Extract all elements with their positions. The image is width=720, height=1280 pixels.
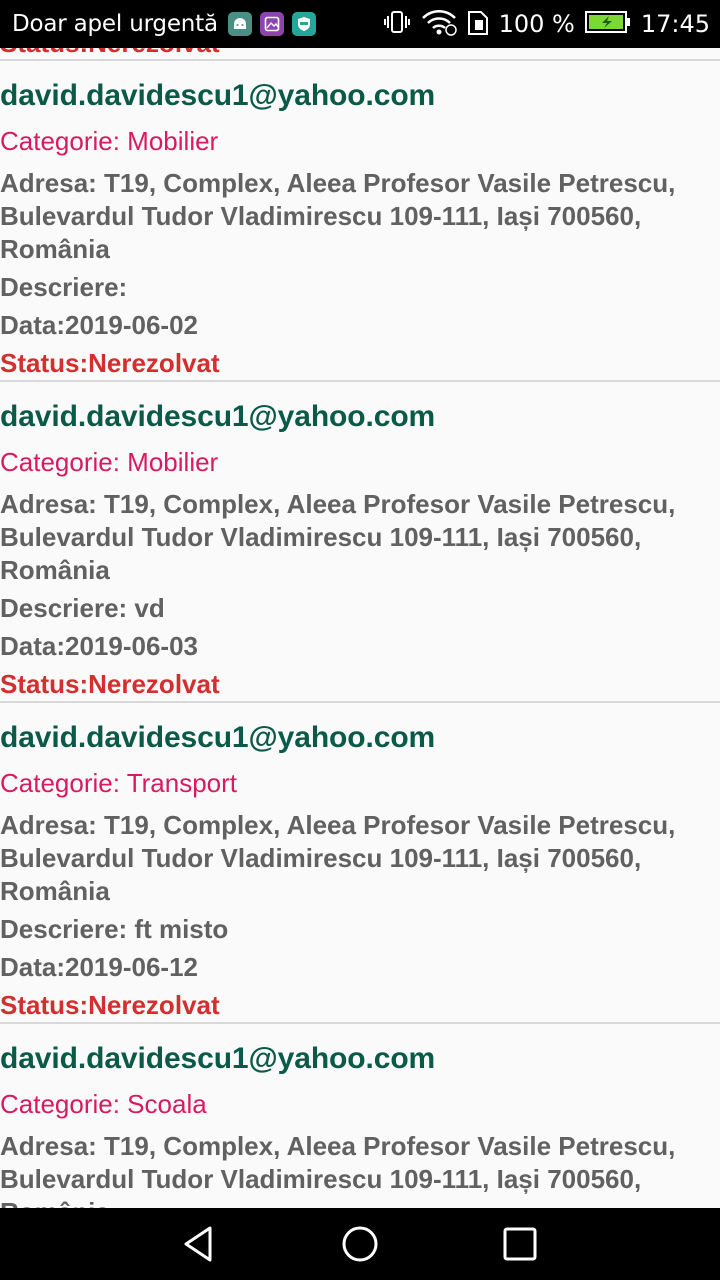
address-text: Adresa: T19, Complex, Aleea Profesor Vas… (0, 168, 676, 264)
list-item[interactable]: david.davidescu1@yahoo.com Categorie: Tr… (0, 701, 720, 1023)
shield-icon (291, 12, 316, 36)
email-text: david.davidescu1@yahoo.com (0, 79, 436, 112)
gallery-icon (259, 12, 284, 36)
recents-icon (503, 1227, 537, 1261)
carrier-text: Doar apel urgentă (12, 11, 218, 37)
email-text: david.davidescu1@yahoo.com (0, 721, 436, 754)
description-text: Descriere: ft misto (0, 914, 229, 944)
email-text: david.davidescu1@yahoo.com (0, 400, 436, 433)
battery-percent: 100 % (498, 10, 575, 38)
category-text: Categorie: Mobilier (0, 447, 219, 477)
date-text: Data:2019-06-12 (0, 952, 199, 982)
status-bar: Doar apel urgentă 100 % 17:45 (0, 0, 720, 48)
divider (0, 701, 720, 703)
date-text: Data:2019-06-03 (0, 631, 199, 661)
home-icon (342, 1226, 378, 1262)
address-text: Adresa: T19, Complex, Aleea Profesor Vas… (0, 1131, 676, 1208)
category-text: Categorie: Scoala (0, 1089, 207, 1119)
list-item[interactable]: david.davidescu1@yahoo.com Categorie: Sc… (0, 1022, 720, 1208)
back-button[interactable] (140, 1208, 260, 1280)
address-text: Adresa: T19, Complex, Aleea Profesor Vas… (0, 810, 676, 906)
category-text: Categorie: Transport (0, 768, 238, 798)
clock-text: 17:45 (640, 10, 710, 38)
divider (0, 380, 720, 382)
android-icon (227, 12, 252, 36)
category-text: Categorie: Mobilier (0, 126, 219, 156)
status-text: Status:Nerezolvat (0, 348, 220, 378)
home-button[interactable] (300, 1208, 420, 1280)
vibrate-icon (383, 9, 411, 39)
description-text: Descriere: (0, 272, 128, 302)
sim-icon (467, 8, 489, 40)
navigation-bar (0, 1208, 720, 1280)
recents-button[interactable] (460, 1208, 580, 1280)
email-text: david.davidescu1@yahoo.com (0, 1042, 436, 1075)
battery-icon (584, 10, 631, 38)
list-item[interactable]: david.davidescu1@yahoo.com Categorie: Mo… (0, 380, 720, 702)
list-item[interactable]: david.davidescu1@yahoo.com Categorie: Mo… (0, 59, 720, 381)
description-text: Descriere: vd (0, 593, 165, 623)
divider (0, 59, 720, 61)
divider (0, 1022, 720, 1024)
date-text: Data:2019-06-02 (0, 310, 199, 340)
wifi-icon (421, 8, 457, 40)
complaints-list[interactable]: Status:Nerezolvat david.davidescu1@yahoo… (0, 0, 720, 1208)
address-text: Adresa: T19, Complex, Aleea Profesor Vas… (0, 489, 676, 585)
status-text: Status:Nerezolvat (0, 990, 220, 1020)
back-icon (184, 1226, 212, 1262)
status-text: Status:Nerezolvat (0, 669, 220, 699)
